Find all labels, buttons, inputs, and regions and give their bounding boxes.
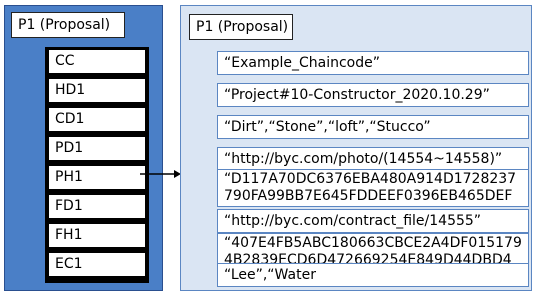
proposal-values-panel: P1 (Proposal) “Example_Chaincode” “Proje… (180, 5, 532, 291)
proposal-structure-panel: P1 (Proposal) CC HD1 CD1 PD1 PH1 FD1 FH1… (4, 5, 163, 291)
value-cd1: “Dirt”,“Stone”,“loft”,“Stucco” (217, 115, 529, 139)
field-ph1: PH1 (49, 166, 145, 189)
value-hd1: “Project#10-Constructor_2020.10.29” (217, 83, 529, 107)
right-panel-title: P1 (Proposal) (189, 14, 293, 40)
value-cc: “Example_Chaincode” (217, 51, 529, 75)
field-pd1: PD1 (49, 137, 145, 160)
field-cc: CC (49, 50, 145, 73)
value-ph1: “D117A70DC6376EBA480A914D1728237790FA99B… (217, 169, 529, 207)
value-fd1: “http://byc.com/contract_file/14555” (217, 209, 529, 233)
field-hd1: HD1 (49, 79, 145, 102)
value-ec1: “Lee”,“Water supply”,“2020.09.01”,“2020.… (217, 263, 529, 287)
value-pd1: “http://byc.com/photo/(14554~14558)” (217, 147, 529, 171)
arrow-connector-icon (140, 170, 181, 178)
field-fd1: FD1 (49, 195, 145, 218)
field-cd1: CD1 (49, 108, 145, 131)
field-fh1: FH1 (49, 224, 145, 247)
field-list: CC HD1 CD1 PD1 PH1 FD1 FH1 EC1 (45, 47, 149, 283)
left-panel-title: P1 (Proposal) (11, 12, 125, 38)
field-ec1: EC1 (49, 253, 145, 276)
